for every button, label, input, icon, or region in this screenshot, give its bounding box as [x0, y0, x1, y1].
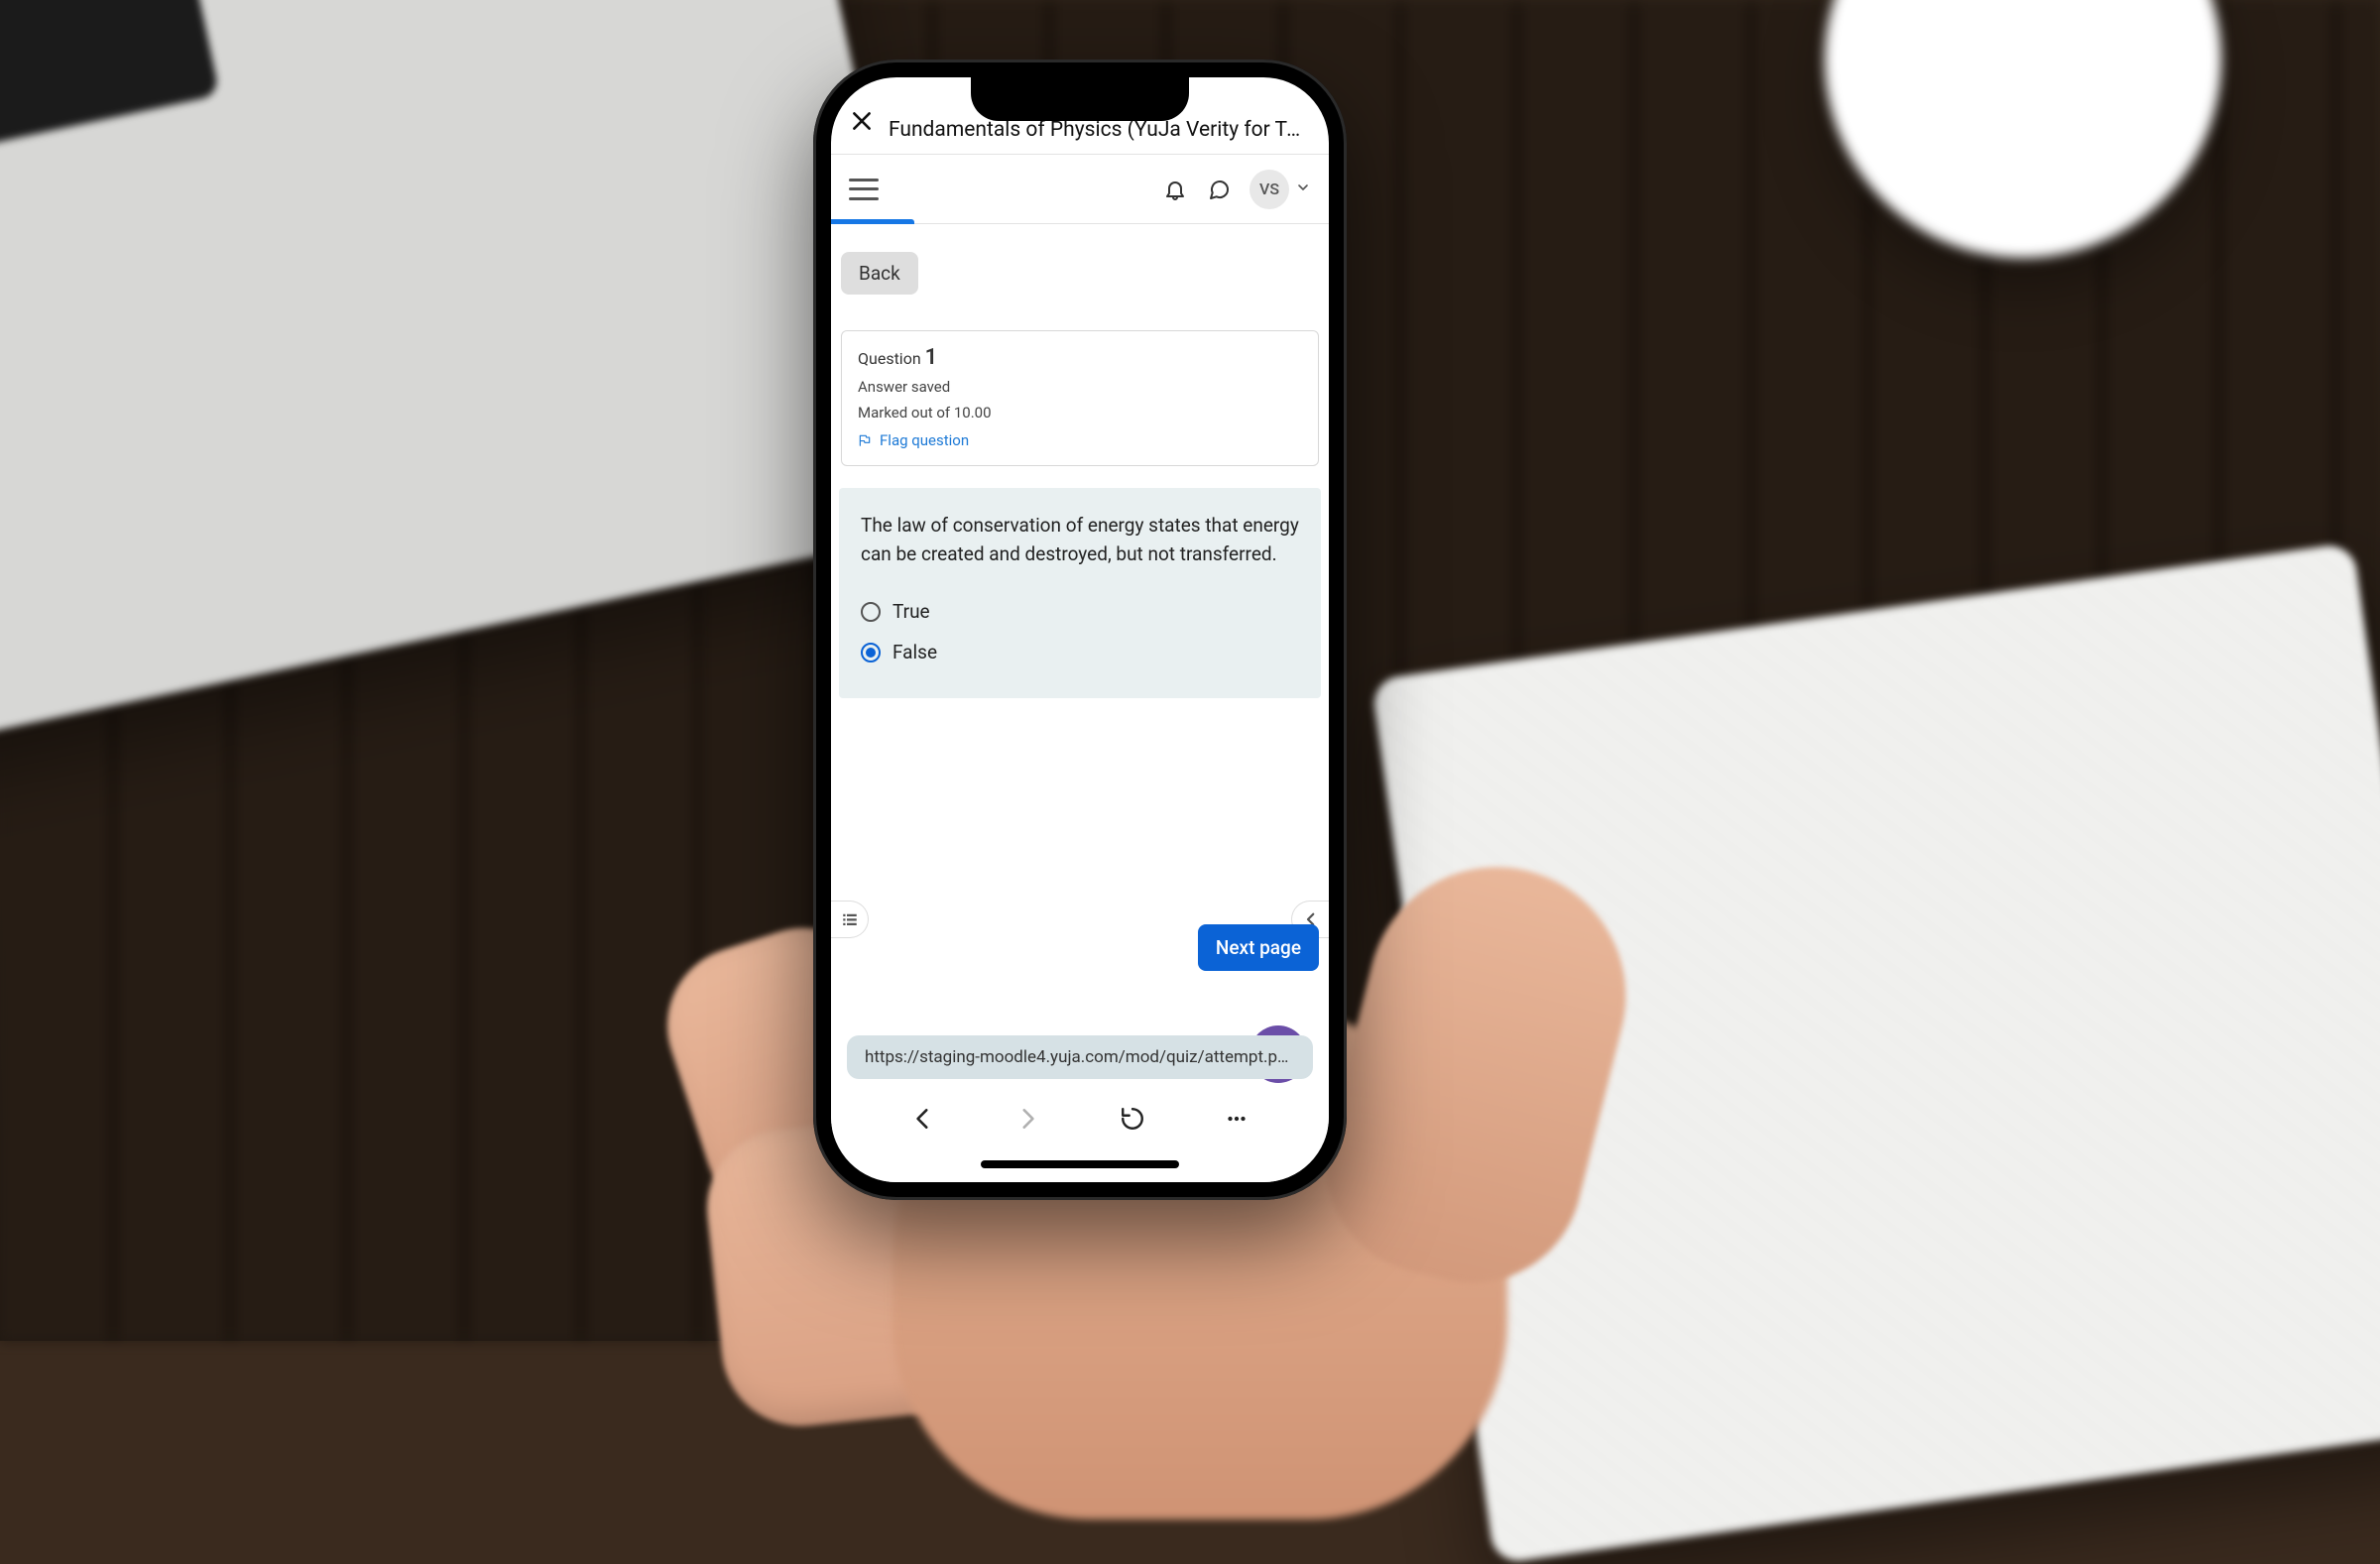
- question-number: 1: [925, 345, 938, 370]
- flag-icon: [858, 433, 872, 447]
- drawer-toggle-left[interactable]: [831, 901, 869, 938]
- next-page-button[interactable]: Next page: [1198, 924, 1319, 971]
- option-label: True: [892, 598, 930, 627]
- marks-line: Marked out of 10.00: [858, 404, 1302, 421]
- phone-screen: Fundamentals of Physics (YuJa Verity for…: [831, 77, 1329, 1182]
- close-icon[interactable]: [849, 108, 875, 140]
- browser-more-icon[interactable]: [1223, 1105, 1250, 1133]
- browser-toolbar: [831, 1089, 1329, 1148]
- bell-icon[interactable]: [1162, 177, 1188, 202]
- back-button[interactable]: Back: [841, 252, 918, 295]
- chevron-down-icon[interactable]: [1295, 180, 1311, 199]
- flag-question-link[interactable]: Flag question: [858, 431, 1302, 449]
- notebook-decor: [1370, 542, 2380, 1564]
- flag-question-label: Flag question: [880, 431, 969, 449]
- phone-frame: Fundamentals of Physics (YuJa Verity for…: [813, 60, 1347, 1200]
- question-body: The law of conservation of energy states…: [839, 488, 1321, 698]
- answer-options: True False: [861, 592, 1299, 672]
- home-indicator: [981, 1160, 1179, 1168]
- quiz-content: Back Question1 Answer saved Marked out o…: [831, 224, 1329, 1182]
- question-number-line: Question1: [858, 345, 1302, 370]
- option-false[interactable]: False: [861, 633, 1299, 673]
- question-meta-card: Question1 Answer saved Marked out of 10.…: [841, 330, 1319, 466]
- hamburger-menu-icon[interactable]: [849, 179, 879, 200]
- question-label: Question: [858, 349, 921, 368]
- user-avatar[interactable]: VS: [1250, 170, 1289, 209]
- browser-forward-icon[interactable]: [1013, 1105, 1041, 1133]
- chat-icon[interactable]: [1206, 177, 1232, 202]
- app-header: VS: [831, 155, 1329, 224]
- answer-status: Answer saved: [858, 378, 1302, 396]
- option-label: False: [892, 639, 937, 667]
- phone-notch: [971, 77, 1189, 121]
- browser-reload-icon[interactable]: [1119, 1105, 1146, 1133]
- radio-icon: [861, 602, 881, 622]
- option-true[interactable]: True: [861, 592, 1299, 633]
- list-icon: [841, 910, 859, 928]
- radio-icon: [861, 643, 881, 662]
- page-title: Fundamentals of Physics (YuJa Verity for…: [889, 118, 1311, 142]
- browser-address-bar[interactable]: https://staging-moodle4.yuja.com/mod/qui…: [847, 1035, 1313, 1079]
- browser-back-icon[interactable]: [909, 1105, 937, 1133]
- question-text: The law of conservation of energy states…: [861, 512, 1299, 568]
